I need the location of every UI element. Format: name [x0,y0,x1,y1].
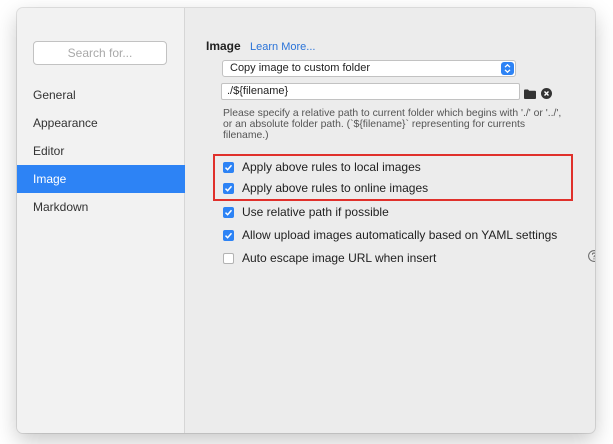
checkbox-checked-icon[interactable] [223,206,234,218]
path-help-text: Please specify a relative path to curren… [223,108,562,141]
option-apply-local[interactable]: Apply above rules to local images [223,159,421,175]
option-auto-upload[interactable]: Allow upload images automatically based … [223,227,557,243]
checkbox-checked-icon[interactable] [223,182,234,194]
sidebar-item-general[interactable]: General [17,81,185,109]
option-apply-online[interactable]: Apply above rules to online images [223,180,428,196]
checkbox-checked-icon[interactable] [223,161,234,173]
section-title: Image [206,39,241,53]
chevron-updown-icon [501,62,514,75]
section-header: Image Learn More... [206,39,315,53]
option-label: Use relative path if possible [242,205,389,219]
folder-icon[interactable] [524,86,536,104]
help-icon[interactable] [588,249,595,267]
sidebar-item-appearance[interactable]: Appearance [17,109,185,137]
image-path-input[interactable]: ./${filename} [221,83,520,100]
clear-icon[interactable] [541,86,552,104]
sidebar-nav: General Appearance Editor Image Markdown [17,81,185,221]
preferences-window: Search for... General Appearance Editor … [17,8,595,433]
option-relative-path[interactable]: Use relative path if possible [223,204,389,220]
sidebar: Search for... General Appearance Editor … [17,8,185,433]
learn-more-link[interactable]: Learn More... [250,41,315,53]
search-input[interactable]: Search for... [33,41,167,65]
image-action-select[interactable]: Copy image to custom folder [222,60,516,77]
option-label: Allow upload images automatically based … [242,228,558,242]
sidebar-item-markdown[interactable]: Markdown [17,193,185,221]
image-settings-panel: Image Learn More... Copy image to custom… [185,8,595,433]
checkbox-checked-icon[interactable] [223,229,234,241]
sidebar-item-image[interactable]: Image [17,165,185,193]
option-auto-escape-url[interactable]: Auto escape image URL when insert [223,250,436,266]
option-label: Apply above rules to local images [242,160,421,174]
option-label: Auto escape image URL when insert [242,251,437,265]
image-action-select-value: Copy image to custom folder [230,62,371,74]
sidebar-item-editor[interactable]: Editor [17,137,185,165]
checkbox-unchecked-icon[interactable] [223,252,234,264]
option-label: Apply above rules to online images [242,181,429,195]
